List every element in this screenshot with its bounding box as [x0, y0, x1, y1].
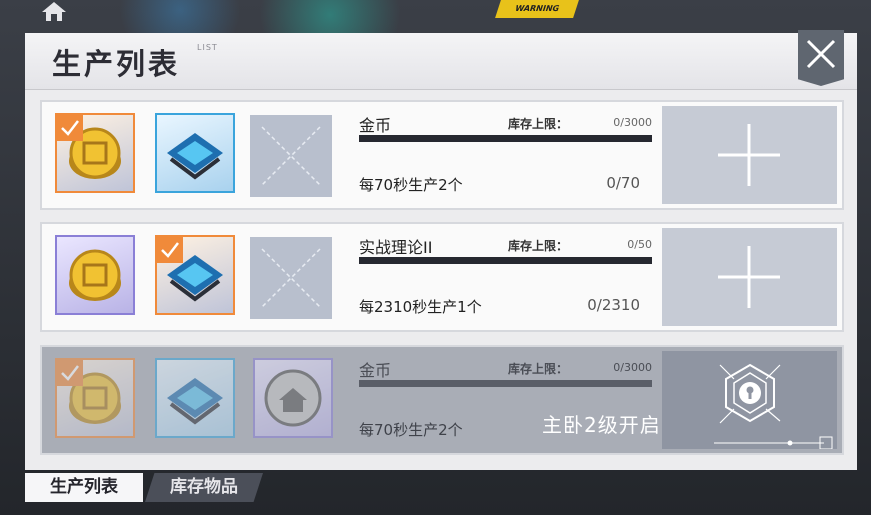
production-rate: 每70秒生产2个: [359, 176, 463, 194]
stock-cap-value: 0/3000: [613, 116, 652, 129]
add-production-button[interactable]: [662, 228, 837, 326]
material-slot-chip[interactable]: [155, 113, 235, 193]
production-row: 金币 库存上限： 0/3000 每70秒生产2个 0/70: [40, 100, 844, 210]
production-progress: 0/70: [606, 174, 640, 192]
production-rate: 每2310秒生产1个: [359, 298, 482, 316]
production-row: 实战理论II 库存上限： 0/50 每2310秒生产1个 0/2310: [40, 222, 844, 332]
close-button[interactable]: [798, 30, 844, 86]
house-coin-icon: [264, 369, 322, 427]
tab-inventory[interactable]: 库存物品: [145, 473, 263, 502]
material-slot-empty[interactable]: [250, 237, 332, 319]
blue-chip-icon: [167, 133, 223, 180]
stock-cap-label: 库存上限：: [508, 362, 569, 376]
home-icon[interactable]: [40, 0, 68, 22]
page-title: 生产列表: [52, 47, 181, 81]
material-slot-gold-coin: [55, 358, 135, 438]
production-panel: 生产列表 LIST 金币 库存上限： 0/3000 每70秒生产2个 0/70 …: [25, 30, 857, 470]
selected-check-icon: [157, 237, 183, 263]
stock-cap-value: 0/50: [627, 238, 652, 251]
stock-cap-label: 库存上限：: [508, 117, 569, 131]
material-slot-chip: [155, 358, 235, 438]
empty-slot-icon: [261, 126, 321, 186]
material-slot-chip[interactable]: [155, 235, 235, 315]
plus-icon: [718, 124, 780, 186]
material-slot-gold-coin[interactable]: [55, 235, 135, 315]
selected-check-icon: [57, 115, 83, 141]
add-production-button[interactable]: [662, 106, 837, 204]
stock-cap-label: 库存上限：: [508, 239, 569, 253]
production-rate: 每70秒生产2个: [359, 421, 463, 439]
stock-cap-value: 0/3000: [613, 361, 652, 374]
close-x-icon: [806, 39, 836, 69]
stock-progress-bar: [359, 135, 652, 142]
item-name: 金币: [359, 361, 392, 380]
selected-check-icon: [57, 360, 83, 386]
unlock-requirement: 主卧2级开启: [542, 413, 661, 437]
page-subtitle: LIST: [197, 43, 218, 52]
gold-coin-icon: [69, 249, 121, 301]
keyhole-lock-icon: [714, 363, 833, 450]
item-name: 实战理论II: [359, 238, 433, 257]
stock-progress-bar: [359, 257, 652, 264]
tab-production-list[interactable]: 生产列表: [25, 473, 143, 502]
production-row-locked: 金币 库存上限： 0/3000 每70秒生产2个 主卧2级开启: [40, 345, 844, 455]
locked-slot: [662, 351, 837, 450]
plus-icon: [718, 246, 780, 308]
panel-header: 生产列表 LIST: [25, 30, 857, 90]
material-slot-empty[interactable]: [250, 115, 332, 197]
production-progress: 0/2310: [587, 296, 640, 314]
stock-progress-bar: [359, 380, 652, 387]
empty-slot-icon: [261, 248, 321, 308]
material-slot-house-coin: [253, 358, 333, 438]
item-name: 金币: [359, 116, 392, 135]
warning-sign: WARNING: [495, 0, 579, 18]
material-slot-gold-coin[interactable]: [55, 113, 135, 193]
blue-chip-icon: [167, 378, 223, 425]
